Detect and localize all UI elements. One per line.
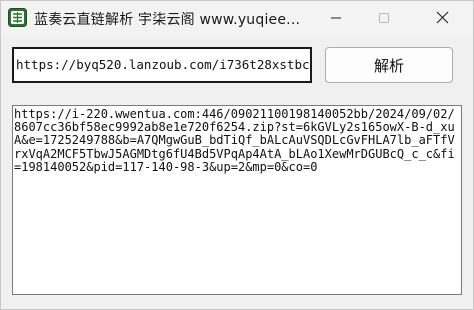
parse-button[interactable]: 解析 xyxy=(325,47,453,83)
close-icon xyxy=(436,9,449,28)
minimize-button[interactable] xyxy=(313,1,359,35)
url-input[interactable]: https://byq520.lanzoub.com/i736t28xstbc xyxy=(12,47,312,83)
parse-button-label: 解析 xyxy=(373,56,404,75)
result-textarea[interactable]: https://i-220.wwentua.com:446/0902110019… xyxy=(12,105,462,295)
main-content: https://byq520.lanzoub.com/i736t28xstbc … xyxy=(1,35,473,309)
minimize-icon xyxy=(330,9,342,28)
title-bar[interactable]: 蓝奏云直链解析 宇柒云阁 www.yuqiee... xyxy=(1,1,473,35)
close-button[interactable] xyxy=(419,1,465,35)
maximize-button[interactable] xyxy=(361,1,407,35)
app-logo-icon xyxy=(8,8,27,27)
window-title: 蓝奏云直链解析 宇柒云阁 www.yuqiee... xyxy=(34,12,299,28)
maximize-icon xyxy=(378,9,390,28)
app-window: 蓝奏云直链解析 宇柒云阁 www.yuqiee... https://byq52… xyxy=(0,0,474,310)
